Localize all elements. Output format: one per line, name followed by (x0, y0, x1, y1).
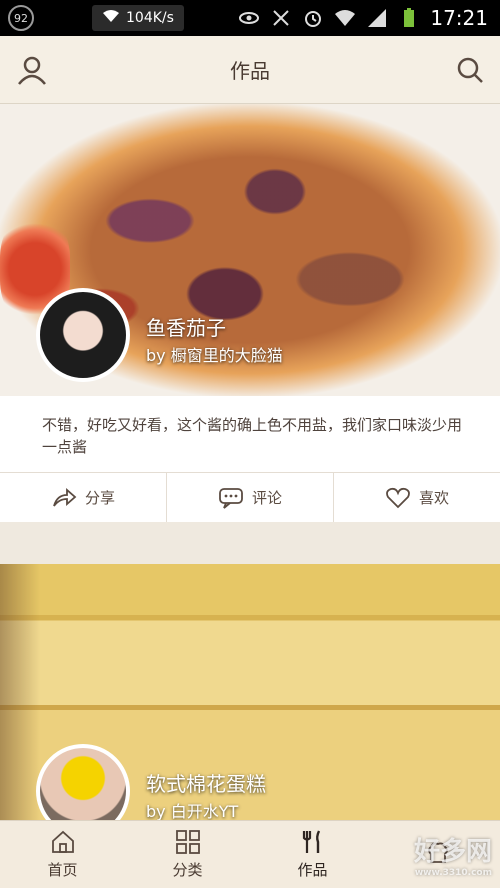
nav-home[interactable]: 首页 (0, 821, 125, 888)
share-label: 分享 (84, 489, 115, 507)
site-watermark: 好多网 www.3310.com (414, 831, 492, 878)
network-speed: 104K/s (92, 5, 184, 31)
app-header: 作品 (0, 36, 500, 104)
home-icon (51, 830, 74, 853)
network-speed-text: 104K/s (126, 10, 174, 26)
watermark-url: www.3310.com (414, 868, 492, 878)
nav-categories-label: 分类 (172, 861, 203, 879)
nav-categories[interactable]: 分类 (125, 821, 250, 888)
cell-signal-icon (366, 7, 388, 29)
dish-title[interactable]: 鱼香茄子 (146, 312, 226, 341)
share-button[interactable]: 分享 (0, 473, 167, 522)
comment-button[interactable]: 评论 (167, 473, 334, 522)
like-button[interactable]: 喜欢 (334, 473, 500, 522)
dish-author[interactable]: by 白开水YT (146, 798, 238, 820)
nav-works[interactable]: 作品 (250, 821, 375, 888)
comment-icon (219, 487, 243, 509)
grid-icon (175, 830, 200, 854)
dish-comment: 不错，好吃又好看，这个酱的确上色不用盐，我们家口味淡少用一点酱 (42, 416, 463, 456)
like-label: 喜欢 (418, 489, 449, 507)
recipe-card[interactable]: 软式棉花蛋糕 by 白开水YT (0, 564, 500, 820)
recipe-card[interactable]: 鱼香茄子 by 橱窗里的大脸猫 不错，好吃又好看，这个酱的确上色不用盐，我们家口… (0, 104, 500, 522)
dish-photo[interactable] (0, 564, 40, 820)
battery-icon (398, 7, 420, 29)
dish-author[interactable]: by 橱窗里的大脸猫 (146, 342, 283, 366)
avatar[interactable] (36, 744, 130, 820)
nav-home-label: 首页 (47, 861, 78, 879)
nfc-icon (270, 7, 292, 29)
heart-icon (386, 487, 410, 508)
wifi-signal-icon (334, 7, 356, 29)
watermark-text: 好多网 (413, 837, 492, 867)
card-actions: 分享 评论 喜欢 (0, 472, 500, 522)
profile-button[interactable] (12, 50, 52, 90)
battery-level-icon: 92 (8, 5, 34, 31)
comment-label: 评论 (251, 489, 282, 507)
avatar[interactable] (36, 288, 130, 382)
status-bar: 92 104K/s 17:21 (0, 0, 500, 36)
alarm-icon (302, 7, 324, 29)
nav-works-label: 作品 (297, 861, 328, 879)
page-title: 作品 (230, 59, 270, 83)
wifi-icon (102, 9, 120, 27)
clock-time: 17:21 (430, 6, 488, 30)
share-icon (53, 487, 77, 507)
search-button[interactable] (450, 50, 490, 90)
eye-icon (238, 7, 260, 29)
dish-title[interactable]: 软式棉花蛋糕 (146, 768, 266, 797)
user-icon (18, 56, 46, 85)
fork-knife-icon (302, 830, 320, 853)
search-icon (457, 57, 483, 83)
